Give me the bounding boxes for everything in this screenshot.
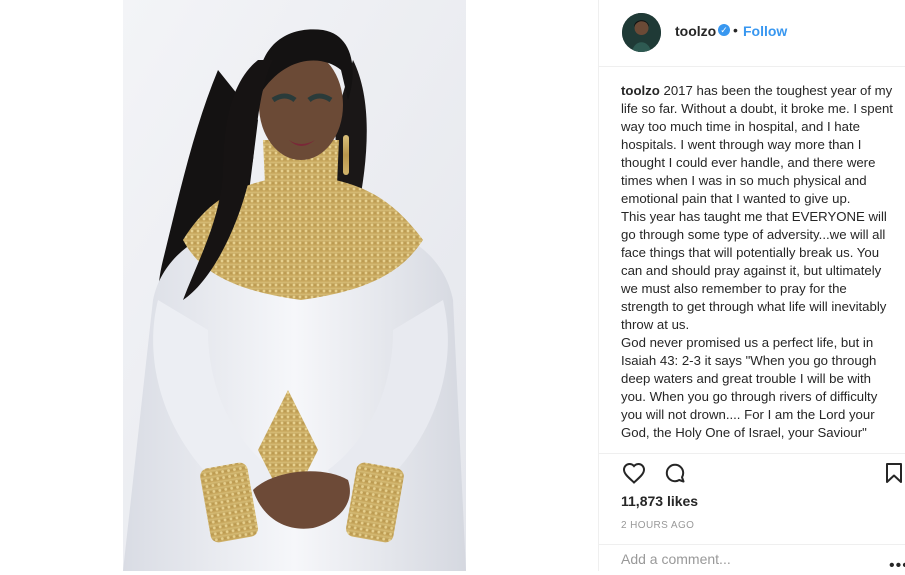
- post-actions-section: 11,873 likes 2 HOURS AGO •••: [599, 453, 905, 575]
- post-side-panel: toolzo ✓ • Follow toolzo 2017 has been t…: [598, 0, 905, 575]
- caption-paragraph-1: toolzo 2017 has been the toughest year o…: [621, 82, 896, 208]
- comment-input[interactable]: [621, 551, 861, 567]
- post-caption: toolzo 2017 has been the toughest year o…: [621, 82, 896, 453]
- comment-bubble-icon[interactable]: [663, 462, 687, 491]
- post-photo[interactable]: [123, 0, 466, 571]
- post-timestamp[interactable]: 2 HOURS AGO: [621, 520, 694, 531]
- heart-icon[interactable]: [622, 462, 646, 489]
- comment-form: •••: [599, 544, 905, 575]
- bookmark-icon[interactable]: [885, 462, 903, 489]
- verified-badge-icon: ✓: [718, 24, 730, 36]
- more-options-icon[interactable]: •••: [889, 557, 905, 575]
- header-username-link[interactable]: toolzo: [675, 23, 716, 39]
- avatar[interactable]: [622, 13, 661, 52]
- post-header: toolzo ✓ • Follow: [599, 0, 905, 67]
- follow-button[interactable]: Follow: [743, 23, 787, 39]
- caption-username-link[interactable]: toolzo: [621, 83, 660, 98]
- caption-paragraph-2: This year has taught me that EVERYONE wi…: [621, 209, 887, 332]
- portrait-image: [123, 0, 466, 571]
- caption-text-1: 2017 has been the toughest year of my li…: [621, 83, 893, 206]
- caption-paragraph-3: God never promised us a perfect life, bu…: [621, 335, 878, 440]
- likes-count[interactable]: 11,873 likes: [621, 493, 698, 509]
- separator-dot: •: [733, 22, 738, 38]
